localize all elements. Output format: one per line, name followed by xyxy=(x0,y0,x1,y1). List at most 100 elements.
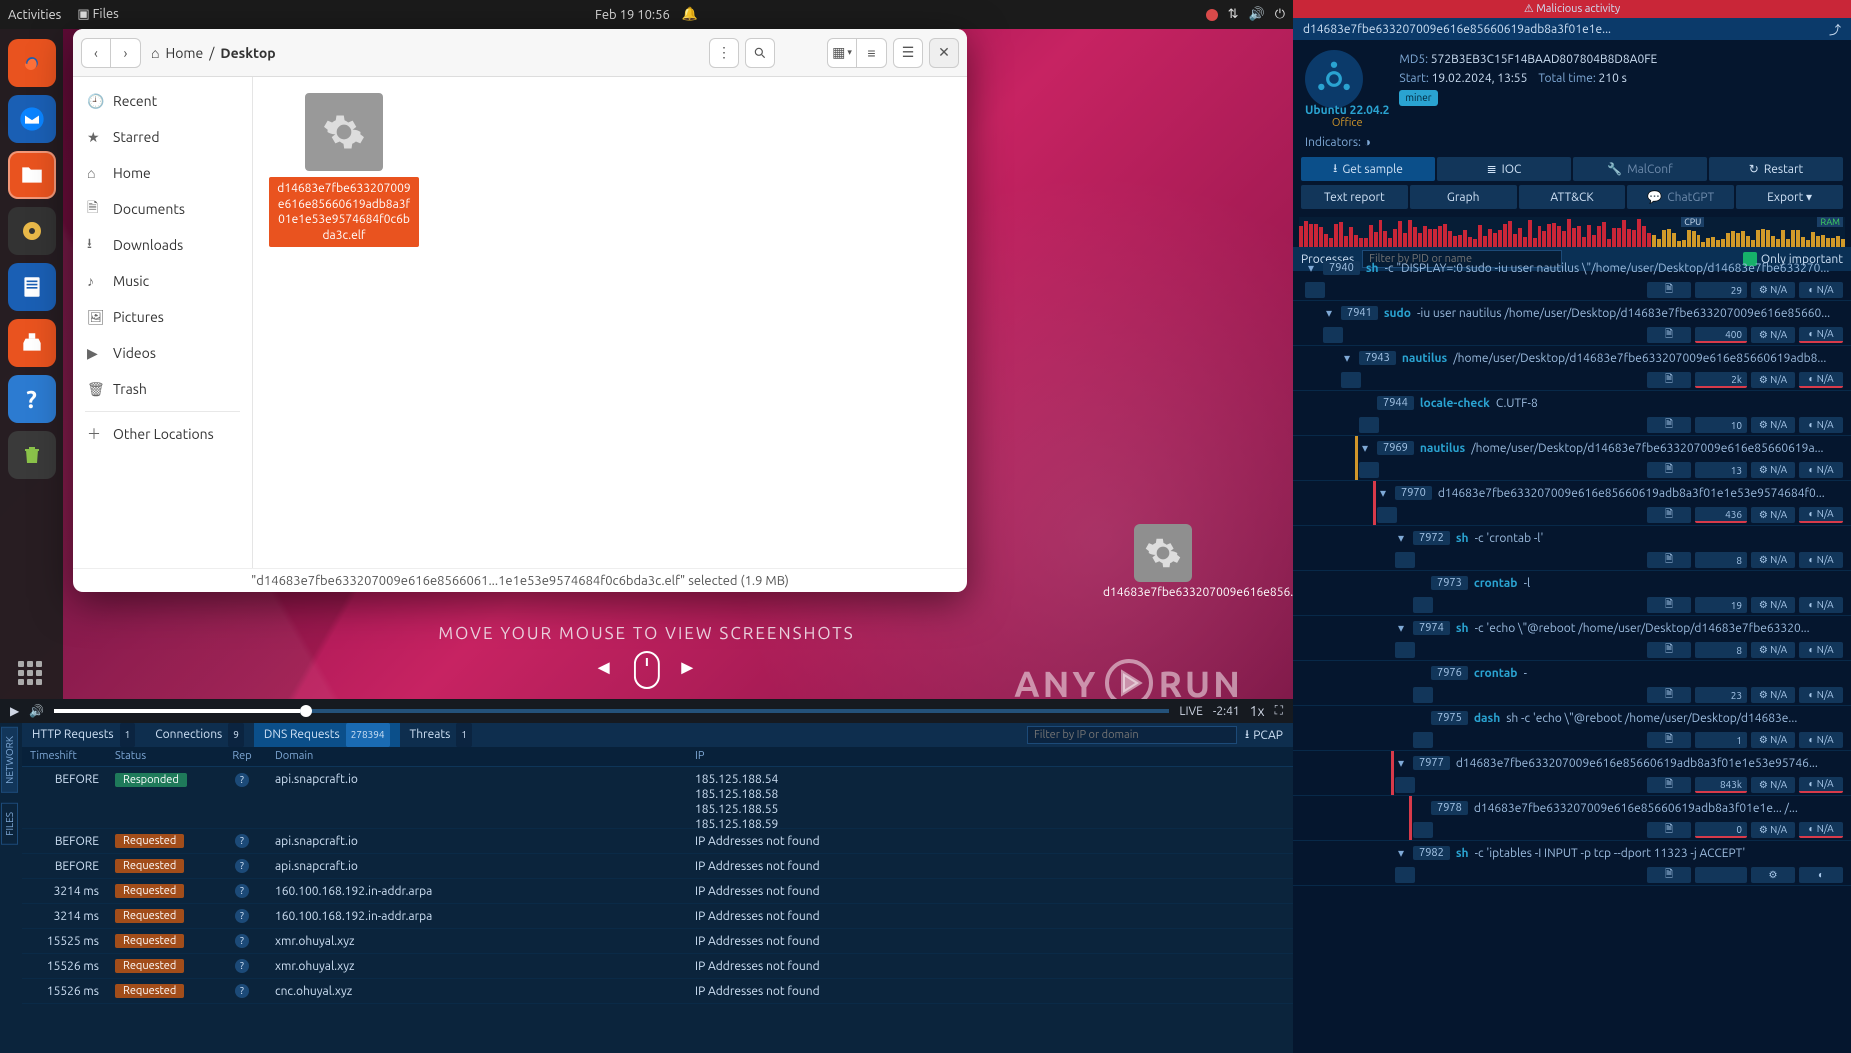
nav-back-button[interactable]: ‹ xyxy=(81,38,111,68)
do-not-disturb-icon[interactable] xyxy=(1206,9,1218,21)
power-icon[interactable]: ⏻ xyxy=(1275,7,1285,22)
sidebar-item-starred[interactable]: ★Starred xyxy=(73,119,252,155)
dns-row[interactable]: 15526 msRequested?xmr.ohuyal.xyzIP Addre… xyxy=(22,954,1293,979)
chevron-down-icon[interactable]: ▾ xyxy=(1395,531,1407,545)
tab-dns[interactable]: DNS Requests278394 xyxy=(254,723,400,747)
vtab-network[interactable]: NETWORK xyxy=(1,727,18,793)
dns-row[interactable]: BEFOREResponded?api.snapcraft.io185.125.… xyxy=(22,767,1293,829)
volume-icon[interactable]: 🔊 xyxy=(29,704,44,718)
file-icon[interactable]: 🗎 xyxy=(1647,867,1691,883)
volume-icon[interactable]: 🔊 xyxy=(1249,7,1265,22)
file-icon[interactable]: 🗎 xyxy=(1647,507,1691,523)
dns-row[interactable]: 3214 msRequested?160.100.168.192.in-addr… xyxy=(22,879,1293,904)
chevron-down-icon[interactable]: ▾ xyxy=(1305,261,1317,275)
close-button[interactable]: ✕ xyxy=(929,38,959,68)
panel-datetime[interactable]: Feb 19 10:56 xyxy=(595,8,670,22)
view-options-button[interactable]: ⋮ xyxy=(709,38,739,68)
restart-button[interactable]: ↻Restart xyxy=(1709,157,1843,181)
chatgpt-button[interactable]: 💬ChatGPT xyxy=(1627,185,1734,209)
process-type-icon[interactable] xyxy=(1323,327,1343,343)
dock-show-apps[interactable] xyxy=(18,661,46,689)
chevron-down-icon[interactable]: ▾ xyxy=(1341,351,1353,365)
activities-button[interactable]: Activities xyxy=(8,8,61,22)
sidebar-item-other[interactable]: ＋Other Locations xyxy=(73,416,252,452)
process-type-icon[interactable] xyxy=(1341,372,1361,388)
process-row[interactable]: 7975dashsh -c 'echo \"@reboot /home/user… xyxy=(1293,706,1851,751)
files-indicator[interactable]: ▣ Files xyxy=(77,7,119,22)
file-item[interactable]: d14683e7fbe633207009e616e85660619adb8a3f… xyxy=(269,93,419,247)
process-type-icon[interactable] xyxy=(1359,462,1379,478)
dns-row[interactable]: BEFORERequested?api.snapcraft.ioIP Addre… xyxy=(22,829,1293,854)
dns-row[interactable]: 3214 msRequested?160.100.168.192.in-addr… xyxy=(22,904,1293,929)
sidebar-item-pictures[interactable]: 🖼Pictures xyxy=(73,299,252,335)
arrow-left-icon[interactable]: ◄ xyxy=(594,655,616,678)
view-list-button[interactable]: ≡ xyxy=(857,38,887,68)
search-button[interactable] xyxy=(745,38,775,68)
dock-thunderbird[interactable] xyxy=(8,95,56,143)
dns-row[interactable]: 15525 msRequested?xmr.ohuyal.xyzIP Addre… xyxy=(22,929,1293,954)
process-type-icon[interactable] xyxy=(1413,597,1433,613)
malconf-button[interactable]: 🔧MalConf xyxy=(1573,157,1707,181)
process-row[interactable]: ▾7972sh-c 'crontab -l'🗎8⚙ N/A◐ N/A xyxy=(1293,526,1851,571)
share-icon[interactable]: ⤴ xyxy=(1829,21,1841,38)
process-type-icon[interactable] xyxy=(1413,732,1433,748)
desktop-file-icon[interactable]: d14683e7fbe633207009e616e856... xyxy=(1103,524,1223,599)
process-row[interactable]: ▾7970d14683e7fbe633207009e616e85660619ad… xyxy=(1293,481,1851,526)
process-row[interactable]: ▾7974sh-c 'echo \"@reboot /home/user/Des… xyxy=(1293,616,1851,661)
file-icon[interactable]: 🗎 xyxy=(1647,282,1691,298)
attck-button[interactable]: ATT&CK xyxy=(1519,185,1626,209)
process-tree[interactable]: ▾7940sh-c "DISPLAY=:0 sudo -iu user naut… xyxy=(1293,256,1851,1053)
fullscreen-button[interactable]: ⛶ xyxy=(1275,704,1283,718)
process-row[interactable]: ▾7982sh-c 'iptables -I INPUT -p tcp --dp… xyxy=(1293,841,1851,886)
chevron-down-icon[interactable]: ▾ xyxy=(1395,621,1407,635)
file-icon[interactable]: 🗎 xyxy=(1647,597,1691,613)
breadcrumb[interactable]: ⌂ Home / Desktop xyxy=(151,45,276,61)
vtab-files[interactable]: FILES xyxy=(1,803,18,845)
tab-threats[interactable]: Threats1 xyxy=(400,723,482,747)
process-row[interactable]: ▾7969nautilus/home/user/Desktop/d14683e7… xyxy=(1293,436,1851,481)
chevron-down-icon[interactable]: ▾ xyxy=(1359,441,1371,455)
chevron-down-icon[interactable]: ▾ xyxy=(1377,486,1389,500)
process-row[interactable]: 7973crontab-l🗎19⚙ N/A◐ N/A xyxy=(1293,571,1851,616)
pcap-button[interactable]: ⭳PCAP xyxy=(1245,725,1283,746)
tag-miner[interactable]: miner xyxy=(1399,90,1437,106)
process-type-icon[interactable] xyxy=(1305,282,1325,298)
play-button[interactable]: ▶ xyxy=(10,704,19,718)
export-button[interactable]: Export ▾ xyxy=(1736,185,1843,209)
view-grid-button[interactable]: ▦▾ xyxy=(827,38,857,68)
arrow-right-icon[interactable]: ► xyxy=(677,655,699,678)
dock-files[interactable] xyxy=(8,151,56,199)
notifications-icon[interactable]: 🔔 xyxy=(682,7,698,22)
tab-connections[interactable]: Connections9 xyxy=(145,723,254,747)
process-row[interactable]: ▾7977d14683e7fbe633207009e616e85660619ad… xyxy=(1293,751,1851,796)
dock-trash[interactable] xyxy=(8,431,56,479)
graph-button[interactable]: Graph xyxy=(1410,185,1517,209)
process-row[interactable]: 7976crontab-🗎23⚙ N/A◐ N/A xyxy=(1293,661,1851,706)
dock-rhythmbox[interactable] xyxy=(8,207,56,255)
dock-help[interactable]: ? xyxy=(8,375,56,423)
process-type-icon[interactable] xyxy=(1395,642,1415,658)
sidebar-item-documents[interactable]: 🗎Documents xyxy=(73,191,252,227)
hamburger-button[interactable]: ☰ xyxy=(893,38,923,68)
dock-software[interactable] xyxy=(8,319,56,367)
file-icon[interactable]: 🗎 xyxy=(1647,462,1691,478)
nav-forward-button[interactable]: › xyxy=(111,38,141,68)
process-row[interactable]: ▾7940sh-c "DISPLAY=:0 sudo -iu user naut… xyxy=(1293,256,1851,301)
process-type-icon[interactable] xyxy=(1377,507,1397,523)
dns-row[interactable]: 15526 msRequested?cnc.ohuyal.xyzIP Addre… xyxy=(22,979,1293,1004)
dns-row[interactable]: BEFORERequested?api.snapcraft.ioIP Addre… xyxy=(22,854,1293,879)
process-type-icon[interactable] xyxy=(1395,867,1415,883)
playback-speed[interactable]: 1x xyxy=(1250,703,1265,719)
dock-libreoffice[interactable] xyxy=(8,263,56,311)
file-icon[interactable]: 🗎 xyxy=(1647,687,1691,703)
process-row[interactable]: ▾7943nautilus/home/user/Desktop/d14683e7… xyxy=(1293,346,1851,391)
playback-timeline[interactable] xyxy=(54,709,1169,713)
dock-firefox[interactable] xyxy=(8,39,56,87)
network-icon[interactable]: ⇅ xyxy=(1228,7,1239,22)
sidebar-item-music[interactable]: ♪Music xyxy=(73,263,252,299)
get-sample-button[interactable]: ⭳Get sample xyxy=(1301,157,1435,181)
chevron-down-icon[interactable]: ▾ xyxy=(1395,846,1407,860)
file-icon[interactable]: 🗎 xyxy=(1647,732,1691,748)
breadcrumb-home[interactable]: Home xyxy=(165,45,203,61)
indicator-icon[interactable]: ◑ xyxy=(1364,136,1371,149)
